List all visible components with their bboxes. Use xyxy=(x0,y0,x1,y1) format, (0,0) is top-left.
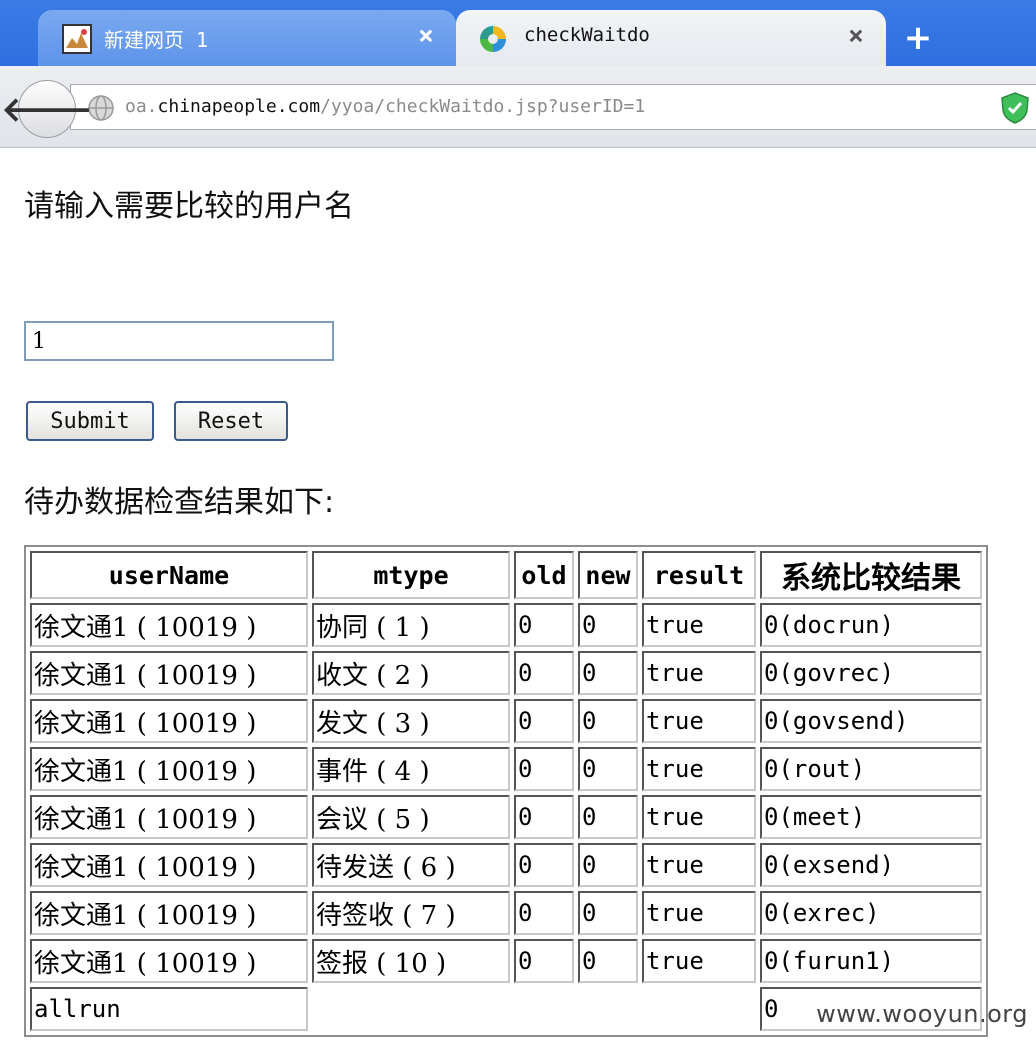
header-system-compare: 系统比较结果 xyxy=(760,551,982,599)
close-icon[interactable]: × xyxy=(842,22,870,50)
cell-empty xyxy=(312,987,756,1031)
cell-result: true xyxy=(642,891,756,935)
url-host: chinapeople.com xyxy=(157,96,321,117)
cell-result: true xyxy=(642,699,756,743)
plus-icon: + xyxy=(903,18,933,58)
close-icon[interactable]: × xyxy=(412,22,440,50)
cell-username: 徐文通1 ( 10019 ) xyxy=(30,843,308,887)
cell-mtype: 待发送 ( 6 ) xyxy=(312,843,510,887)
back-arrow-icon: 🡐 xyxy=(1,89,93,130)
cell-old: 0 xyxy=(514,747,574,791)
tab-strip: 新建网页 1 × checkWaitdo × + xyxy=(0,0,1036,66)
cell-new: 0 xyxy=(578,747,638,791)
table-row: 徐文通1 ( 10019 ) 协同 ( 1 ) 0 0 true 0(docrun) xyxy=(30,603,982,647)
cell-username: 徐文通1 ( 10019 ) xyxy=(30,747,308,791)
cell-system-compare: 0(rout) xyxy=(760,747,982,791)
table-row: 徐文通1 ( 10019 ) 待签收 ( 7 ) 0 0 true 0(exrec) xyxy=(30,891,982,935)
cell-system-compare: 0(furun1) xyxy=(760,939,982,983)
cell-new: 0 xyxy=(578,795,638,839)
url-text: oa.chinapeople.com/yyoa/checkWaitdo.jsp?… xyxy=(125,96,645,117)
result-table: userName mtype old new result 系统比较结果 徐文通… xyxy=(24,545,988,1037)
cell-mtype: 发文 ( 3 ) xyxy=(312,699,510,743)
header-username: userName xyxy=(30,551,308,599)
cell-system-compare: 0(docrun) xyxy=(760,603,982,647)
table-row: 徐文通1 ( 10019 ) 收文 ( 2 ) 0 0 true 0(govrec) xyxy=(30,651,982,695)
cell-new: 0 xyxy=(578,651,638,695)
cell-result: true xyxy=(642,843,756,887)
browser-logo-icon xyxy=(479,25,507,53)
cell-system-compare: 0(exrec) xyxy=(760,891,982,935)
cell-username: 徐文通1 ( 10019 ) xyxy=(30,651,308,695)
header-result: result xyxy=(642,551,756,599)
cell-old: 0 xyxy=(514,795,574,839)
cell-result: true xyxy=(642,747,756,791)
page-thumbnail-icon xyxy=(62,24,92,54)
url-prefix: oa. xyxy=(125,96,158,117)
table-header-row: userName mtype old new result 系统比较结果 xyxy=(30,551,982,599)
cell-old: 0 xyxy=(514,699,574,743)
reset-button[interactable]: Reset xyxy=(174,401,288,441)
cell-old: 0 xyxy=(514,651,574,695)
username-prompt: 请输入需要比较的用户名 xyxy=(24,189,354,224)
cell-username: 徐文通1 ( 10019 ) xyxy=(30,939,308,983)
cell-system-compare: 0(govsend) xyxy=(760,699,982,743)
cell-result: true xyxy=(642,651,756,695)
watermark: www.wooyun.org xyxy=(816,1000,1028,1028)
table-row: 徐文通1 ( 10019 ) 待发送 ( 6 ) 0 0 true 0(exsend) xyxy=(30,843,982,887)
cell-system-compare: 0(govrec) xyxy=(760,651,982,695)
cell-old: 0 xyxy=(514,891,574,935)
cell-mtype: 签报 ( 10 ) xyxy=(312,939,510,983)
address-bar[interactable]: oa.chinapeople.com/yyoa/checkWaitdo.jsp?… xyxy=(70,84,1036,130)
table-body: 徐文通1 ( 10019 ) 协同 ( 1 ) 0 0 true 0(docrun) 徐文通… xyxy=(30,603,982,1031)
cell-system-compare: 0(meet) xyxy=(760,795,982,839)
cell-system-compare: 0(exsend) xyxy=(760,843,982,887)
table-row: 徐文通1 ( 10019 ) 事件 ( 4 ) 0 0 true 0(rout) xyxy=(30,747,982,791)
cell-result: true xyxy=(642,795,756,839)
tab-title: checkWaitdo xyxy=(524,24,650,46)
cell-username: 徐文通1 ( 10019 ) xyxy=(30,795,308,839)
cell-old: 0 xyxy=(514,843,574,887)
new-tab-button[interactable]: + xyxy=(898,20,938,56)
security-shield-icon[interactable] xyxy=(1000,91,1030,125)
tab-new-page[interactable]: 新建网页 1 × xyxy=(38,10,456,66)
cell-mtype: 事件 ( 4 ) xyxy=(312,747,510,791)
tab-checkwaitdo[interactable]: checkWaitdo × xyxy=(456,10,886,66)
header-old: old xyxy=(514,551,574,599)
page-content: 请输入需要比较的用户名 Submit Reset 待办数据检查结果如下: use… xyxy=(0,149,1036,1042)
cell-new: 0 xyxy=(578,603,638,647)
header-new: new xyxy=(578,551,638,599)
username-input[interactable] xyxy=(24,321,334,361)
cell-new: 0 xyxy=(578,891,638,935)
cell-new: 0 xyxy=(578,939,638,983)
cell-mtype: 收文 ( 2 ) xyxy=(312,651,510,695)
cell-username: 徐文通1 ( 10019 ) xyxy=(30,699,308,743)
url-path: /yyoa/checkWaitdo.jsp?userID=1 xyxy=(320,96,646,117)
table-row: 徐文通1 ( 10019 ) 会议 ( 5 ) 0 0 true 0(meet) xyxy=(30,795,982,839)
tab-title: 新建网页 1 xyxy=(104,28,209,52)
cell-mtype: 会议 ( 5 ) xyxy=(312,795,510,839)
header-mtype: mtype xyxy=(312,551,510,599)
cell-username: 徐文通1 ( 10019 ) xyxy=(30,891,308,935)
cell-result: true xyxy=(642,939,756,983)
result-heading: 待办数据检查结果如下: xyxy=(24,485,335,520)
cell-new: 0 xyxy=(578,843,638,887)
cell-allrun-label: allrun xyxy=(30,987,308,1031)
table-row: 徐文通1 ( 10019 ) 发文 ( 3 ) 0 0 true 0(govsend) xyxy=(30,699,982,743)
cell-mtype: 待签收 ( 7 ) xyxy=(312,891,510,935)
cell-username: 徐文通1 ( 10019 ) xyxy=(30,603,308,647)
cell-result: true xyxy=(642,603,756,647)
cell-old: 0 xyxy=(514,939,574,983)
cell-old: 0 xyxy=(514,603,574,647)
table-row: 徐文通1 ( 10019 ) 签报 ( 10 ) 0 0 true 0(furun1) xyxy=(30,939,982,983)
navigation-bar: oa.chinapeople.com/yyoa/checkWaitdo.jsp?… xyxy=(0,66,1036,148)
back-button[interactable]: 🡐 xyxy=(1,80,93,138)
cell-mtype: 协同 ( 1 ) xyxy=(312,603,510,647)
cell-new: 0 xyxy=(578,699,638,743)
submit-button[interactable]: Submit xyxy=(26,401,154,441)
